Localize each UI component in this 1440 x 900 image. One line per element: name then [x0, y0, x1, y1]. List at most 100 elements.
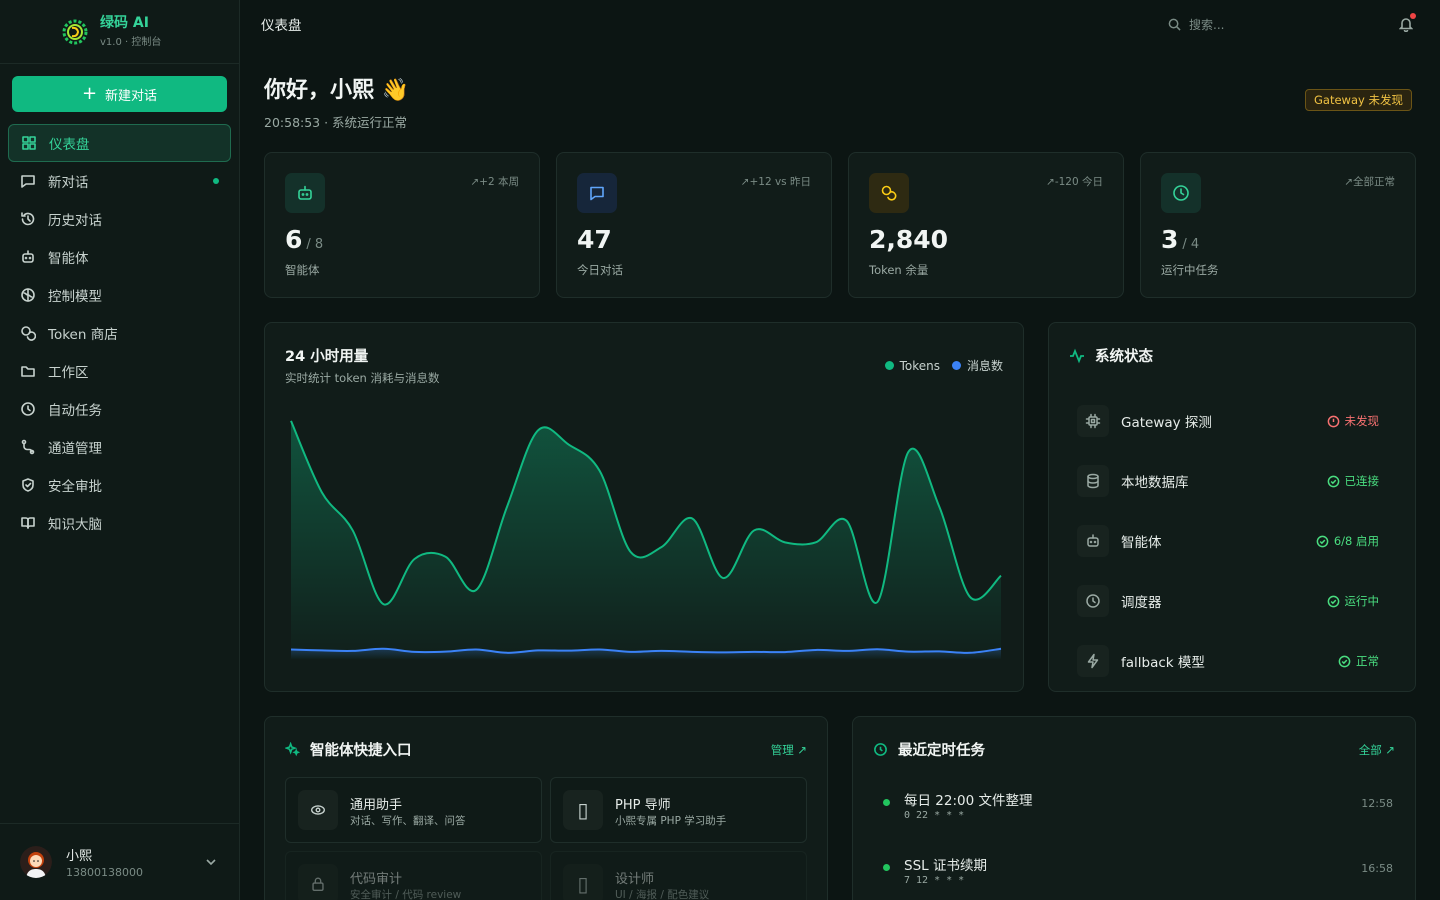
sidebar-item-workspace[interactable]: 工作区 — [8, 352, 231, 390]
all-tasks-link[interactable]: 全部 ↗ — [1359, 742, 1395, 758]
data-point[interactable] — [381, 601, 387, 607]
new-chat-label: 新建对话 — [105, 88, 158, 104]
status-badge: 运行中 — [1327, 593, 1379, 609]
stat-card-tasks[interactable]: ↗全部正常 3/ 4 运行中任务 — [1140, 152, 1416, 298]
data-point[interactable] — [473, 646, 479, 652]
data-point[interactable] — [751, 649, 757, 655]
task-row[interactable]: SSL 证书续期 7 12 * * * 16:58 — [883, 854, 1393, 894]
grid-icon — [22, 136, 36, 150]
data-point[interactable] — [288, 418, 294, 424]
task-status-dot — [883, 799, 890, 806]
sidebar-item-channels[interactable]: 通道管理 — [8, 428, 231, 466]
gateway-status-badge[interactable]: Gateway 未发现 — [1305, 89, 1412, 111]
agent-designer[interactable]: ▯ 设计师 UI / 海报 / 配色建议 — [550, 851, 807, 900]
status-icon-wrap — [1077, 525, 1109, 557]
data-point[interactable] — [411, 649, 417, 655]
data-point[interactable] — [936, 504, 942, 510]
agent-general[interactable]: 通用助手 对话、写作、翻译、问答 — [285, 777, 542, 843]
brand[interactable]: 绿码 AI v1.0 · 控制台 — [0, 0, 239, 64]
system-status-card: 系统状态 Gateway 探测 未发现 本地数据库 已连接 智能体 6/8 启用 — [1048, 322, 1416, 692]
data-point[interactable] — [967, 594, 973, 600]
agent-code-audit[interactable]: 代码审计 安全审计 / 代码 review — [285, 851, 542, 900]
sidebar-item-history[interactable]: 历史对话 — [8, 200, 231, 238]
data-point[interactable] — [319, 489, 325, 495]
legend-tokens[interactable]: Tokens — [884, 357, 940, 374]
notification-button[interactable] — [1398, 13, 1416, 33]
data-point[interactable] — [597, 646, 603, 652]
data-point[interactable] — [628, 549, 634, 555]
data-point[interactable] — [905, 449, 911, 455]
status-icon-wrap — [1077, 585, 1109, 617]
data-point[interactable] — [381, 646, 387, 652]
data-point[interactable] — [535, 427, 541, 433]
data-point[interactable] — [813, 539, 819, 545]
data-point[interactable] — [998, 646, 1004, 652]
sidebar-item-tasks[interactable]: 自动任务 — [8, 390, 231, 428]
sidebar-item-security[interactable]: 安全审批 — [8, 466, 231, 504]
sidebar-item-new-chat[interactable]: 新对话 — [8, 162, 231, 200]
sidebar-item-token-store[interactable]: Token 商店 — [8, 314, 231, 352]
status-row-database[interactable]: 本地数据库 已连接 — [1077, 451, 1389, 511]
data-point[interactable] — [998, 573, 1004, 579]
new-chat-button[interactable]: + 新建对话 — [12, 76, 227, 112]
data-point[interactable] — [442, 649, 448, 655]
chevron-down-icon[interactable] — [205, 856, 217, 868]
data-point[interactable] — [350, 648, 356, 654]
data-point[interactable] — [566, 648, 572, 654]
search-placeholder: 搜索... — [1189, 18, 1225, 32]
data-point[interactable] — [782, 649, 788, 655]
sidebar-item-knowledge[interactable]: 知识大脑 — [8, 504, 231, 542]
data-point[interactable] — [875, 599, 881, 605]
task-name: 每日 22:00 文件整理 — [904, 793, 1033, 809]
data-point[interactable] — [689, 516, 695, 522]
data-point[interactable] — [813, 647, 819, 653]
sidebar-item-agents[interactable]: 智能体 — [8, 238, 231, 276]
data-point[interactable] — [350, 527, 356, 533]
sidebar-item-dashboard[interactable]: 仪表盘 — [8, 124, 231, 162]
stat-icon-wrap — [869, 173, 909, 213]
status-row-agents[interactable]: 智能体 6/8 启用 — [1077, 511, 1389, 571]
agent-php[interactable]: ▯ PHP 导师 小熙专属 PHP 学习助手 — [550, 777, 807, 843]
check-circle-icon — [1327, 475, 1339, 487]
search-input[interactable]: 搜索... — [1168, 16, 1224, 33]
usage-chart[interactable] — [285, 403, 1005, 673]
data-point[interactable] — [597, 468, 603, 474]
data-point[interactable] — [751, 527, 757, 533]
data-point[interactable] — [875, 646, 881, 652]
data-point[interactable] — [844, 518, 850, 524]
message-icon — [21, 175, 35, 188]
data-point[interactable] — [288, 646, 294, 652]
data-point[interactable] — [504, 650, 510, 656]
data-point[interactable] — [720, 575, 726, 581]
stat-card-agents[interactable]: ↗+2 本周 6/ 8 智能体 — [264, 152, 540, 298]
data-point[interactable] — [658, 648, 664, 654]
stat-card-tokens[interactable]: ↗-120 今日 2,840 Token 余量 — [848, 152, 1124, 298]
stat-label: 今日对话 — [577, 263, 623, 277]
data-point[interactable] — [473, 587, 479, 593]
legend-messages[interactable]: 消息数 — [951, 357, 1003, 374]
data-point[interactable] — [936, 648, 942, 654]
data-point[interactable] — [319, 647, 325, 653]
data-point[interactable] — [566, 442, 572, 448]
robot-icon — [22, 250, 34, 263]
sidebar-item-models[interactable]: 控制模型 — [8, 276, 231, 314]
data-point[interactable] — [689, 649, 695, 655]
status-row-fallback[interactable]: fallback 模型 正常 — [1077, 631, 1389, 691]
manage-agents-link[interactable]: 管理 ↗ — [771, 742, 807, 758]
data-point[interactable] — [720, 649, 726, 655]
data-point[interactable] — [905, 649, 911, 655]
data-point[interactable] — [411, 556, 417, 562]
data-point[interactable] — [658, 544, 664, 550]
status-row-gateway[interactable]: Gateway 探测 未发现 — [1077, 391, 1389, 451]
data-point[interactable] — [967, 650, 973, 656]
stat-card-chats[interactable]: ↗+12 vs 昨日 47 今日对话 — [556, 152, 832, 298]
data-point[interactable] — [535, 647, 541, 653]
data-point[interactable] — [628, 649, 634, 655]
user-menu[interactable]: 小熙 13800138000 — [0, 823, 239, 900]
task-row[interactable]: 每日 22:00 文件整理 0 22 * * * 12:58 — [883, 789, 1393, 829]
status-row-scheduler[interactable]: 调度器 运行中 — [1077, 571, 1389, 631]
data-point[interactable] — [844, 648, 850, 654]
data-point[interactable] — [782, 539, 788, 545]
data-point[interactable] — [504, 504, 510, 510]
data-point[interactable] — [442, 554, 448, 560]
